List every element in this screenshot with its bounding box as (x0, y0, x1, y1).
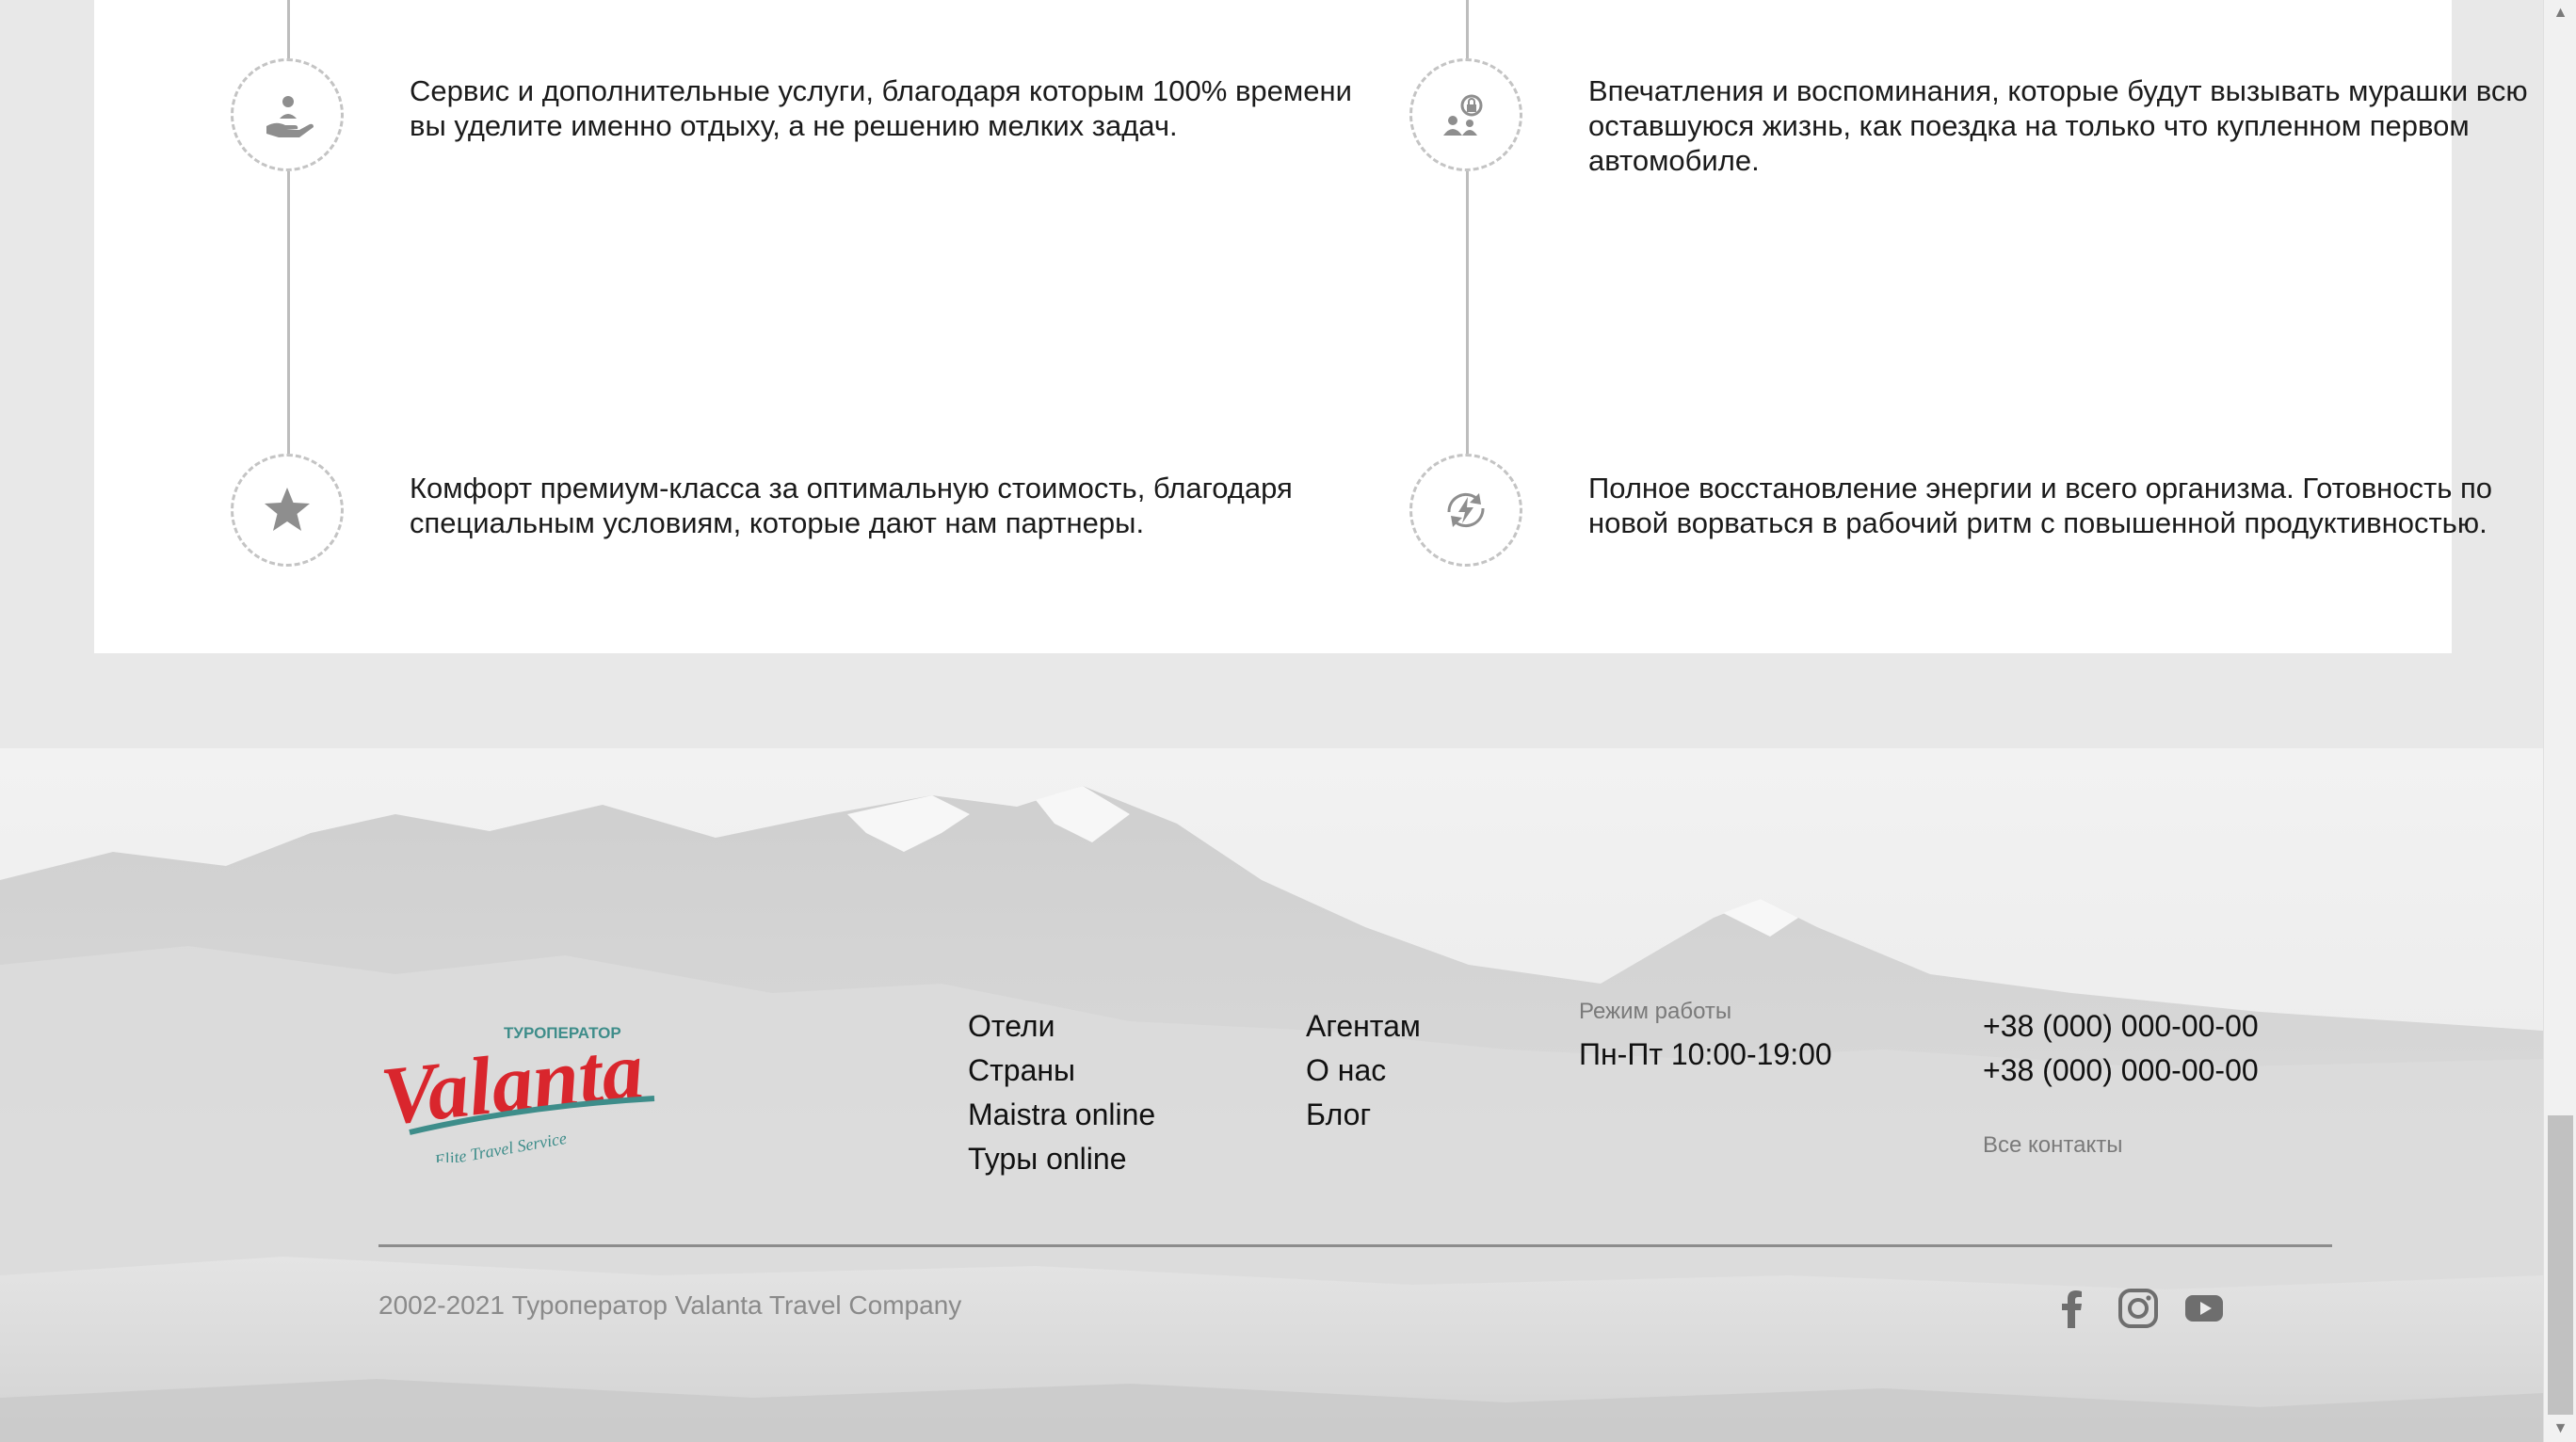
working-hours-value: Пн-Пт 10:00-19:00 (1579, 1037, 1832, 1071)
scroll-down-arrow-icon[interactable]: ▼ (2544, 1416, 2576, 1442)
footer-link-agents[interactable]: Агентам (1306, 1004, 1421, 1049)
page-scrollbar[interactable]: ▲ ▼ (2543, 0, 2576, 1442)
phone-link-1[interactable]: +38 (000) 000-00-00 (1983, 1004, 2259, 1049)
footer-link-maistra-online[interactable]: Maistra online (968, 1093, 1155, 1137)
phone-link-2[interactable]: +38 (000) 000-00-00 (1983, 1049, 2259, 1093)
footer-link-about[interactable]: О нас (1306, 1049, 1421, 1093)
footer-link-countries[interactable]: Страны (968, 1049, 1155, 1093)
footer-nav-secondary: Агентам О нас Блог (1306, 1004, 1421, 1137)
footer-nav-primary: Отели Страны Maistra online Туры online (968, 1004, 1155, 1181)
timeline-line-left-top (287, 0, 290, 58)
feature-text-comfort: Комфорт премиум-класса за оптимальную ст… (410, 472, 1293, 539)
valanta-logo[interactable]: ТУРОПЕРАТОР Valanta Elite Travel Service (381, 1012, 673, 1162)
feature-text-impressions: Впечатления и воспоминания, которые буду… (1588, 74, 2528, 177)
footer-link-hotels[interactable]: Отели (968, 1004, 1155, 1049)
timeline-line-right-middle (1466, 171, 1469, 454)
footer: ТУРОПЕРАТОР Valanta Elite Travel Service… (0, 748, 2543, 1442)
feature-text-energy: Полное восстановление энергии и всего ор… (1588, 472, 2493, 539)
energy-recharge-icon (1409, 454, 1522, 567)
scroll-up-arrow-icon[interactable]: ▲ (2544, 0, 2576, 26)
footer-divider (378, 1244, 2332, 1247)
footer-link-tours-online[interactable]: Туры online (968, 1137, 1155, 1181)
all-contacts-link[interactable]: Все контакты (1983, 1132, 2122, 1159)
contact-phones: +38 (000) 000-00-00 +38 (000) 000-00-00 (1983, 1004, 2259, 1093)
scrollbar-thumb[interactable] (2548, 1115, 2573, 1415)
footer-link-blog[interactable]: Блог (1306, 1093, 1421, 1137)
feature-text-service: Сервис и дополнительные услуги, благодар… (410, 74, 1352, 142)
facebook-icon[interactable] (2051, 1287, 2094, 1330)
hand-person-icon (231, 58, 344, 171)
working-hours-label: Режим работы (1579, 999, 1732, 1024)
timeline-line-right-top (1466, 0, 1469, 58)
star-icon (231, 454, 344, 567)
benefits-card: Сервис и дополнительные услуги, благодар… (94, 0, 2528, 653)
instagram-icon[interactable] (2117, 1287, 2160, 1330)
copyright-text: 2002-2021 Туроператор Valanta Travel Com… (378, 1290, 962, 1320)
logo-brand: Valanta (381, 1025, 648, 1144)
people-lock-icon (1409, 58, 1522, 171)
youtube-icon[interactable] (2182, 1287, 2226, 1330)
timeline-line-left-middle (287, 171, 290, 454)
